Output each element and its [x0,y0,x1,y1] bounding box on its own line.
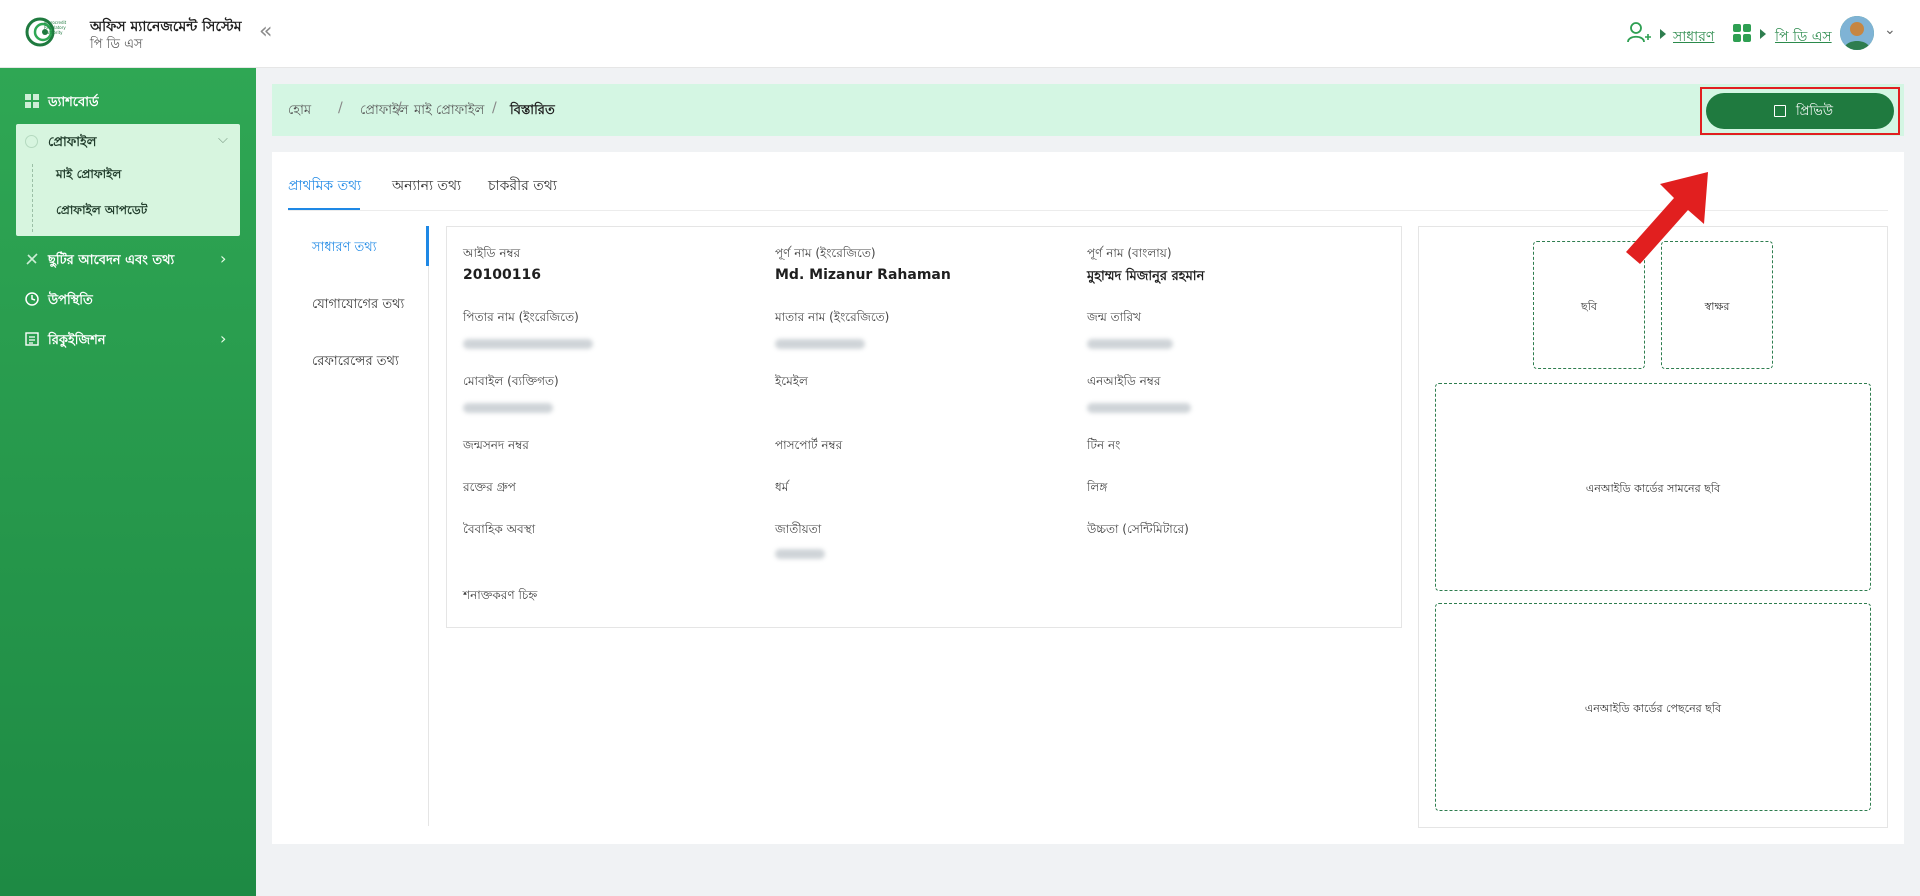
nid-front-dropzone[interactable]: এনআইডি কার্ডের সামনের ছবি [1435,383,1871,591]
sidebar-item-profile[interactable]: প্রোফাইল ⌵ [16,124,240,160]
sidebar-subitem-profile-update[interactable]: প্রোফাইল আপডেট [56,202,147,222]
sidebar-subitem-my-profile[interactable]: মাই প্রোফাইল [56,166,121,186]
nid-front-dropzone-label: এনআইডি কার্ডের সামনের ছবি [1585,482,1721,495]
breadcrumb-separator: / [492,100,497,116]
role-link[interactable]: সাধারণ [1673,25,1714,49]
nid-back-dropzone[interactable]: এনআইডি কার্ডের পেছনের ছবি [1435,603,1871,811]
sidebar-item-requisition[interactable]: রিকুইজিশন › [0,322,256,358]
logo-caption: Microcredit Regulatory Authority [44,20,67,35]
chevron-right-icon: › [220,249,227,268]
dob-label: জন্ম তারিখ [1087,310,1142,324]
sidebar-item-attendance[interactable]: উপস্থিতি [0,282,256,318]
caret-right-icon [1660,29,1666,39]
nid-label: এনআইডি নম্বর [1087,374,1161,388]
user-switch-icon[interactable] [1625,19,1653,47]
requisition-icon [25,332,39,346]
birth-certificate-label: জন্মসনদ নম্বর [463,438,529,452]
top-header: Microcredit Regulatory Authority অফিস ম্… [0,0,1920,68]
tin-label: টিন নং [1087,438,1121,452]
redacted-value [1087,339,1173,349]
annotation-highlight-box [1700,87,1900,135]
father-name-label: পিতার নাম (ইংরেজিতে) [463,310,579,324]
caret-right-icon [1760,29,1766,39]
sidebar-profile-group: প্রোফাইল ⌵ মাই প্রোফাইল প্রোফাইল আপডেট [16,124,240,236]
marital-status-label: বৈবাহিক অবস্থা [463,522,536,536]
breadcrumb-separator: / [397,100,402,116]
leave-icon [26,253,38,265]
side-nav-reference-info[interactable]: রেফারেন্সের তথ্য [312,352,399,373]
apps-grid-icon[interactable] [1733,24,1751,42]
redacted-value [775,339,865,349]
blood-group-label: রক্তের গ্রুপ [463,480,516,494]
name-en-value: Md. Mizanur Rahaman [775,267,951,283]
nationality-label: জাতীয়তা [775,522,822,536]
side-nav-contact-info[interactable]: যোগাযোগের তথ্য [312,295,404,316]
sidebar-item-dashboard[interactable]: ড্যাশবোর্ড [0,84,256,120]
email-label: ইমেইল [775,374,808,388]
side-nav-active-indicator [426,226,429,266]
photo-dropzone-label: ছবি [1581,300,1597,313]
mother-name-label: মাতার নাম (ইংরেজিতে) [775,310,890,324]
id-value: 20100116 [463,267,541,283]
passport-label: পাসপোর্ট নম্বর [775,438,843,452]
breadcrumb-my-profile[interactable]: মাই প্রোফাইল [414,101,484,122]
sidebar-item-label: রিকুইজিশন [48,333,106,348]
name-bn-value: মুহাম্মদ মিজানুর রহমান [1087,269,1205,284]
chevron-right-icon: › [220,329,227,348]
religion-label: ধর্ম [775,480,789,494]
chevron-down-icon[interactable]: ⌄ [1884,22,1896,38]
sidebar: ড্যাশবোর্ড প্রোফাইল ⌵ মাই প্রোফাইল প্রোফ… [0,68,256,896]
breadcrumb-separator: / [338,100,343,116]
annotation-arrow-icon [1626,172,1708,264]
general-info-card: আইডি নম্বর 20100116 পূর্ণ নাম (ইংরেজিতে)… [446,226,1402,628]
breadcrumb-current: বিস্তারিত [510,103,555,118]
gender-label: লিঙ্গ [1087,480,1108,494]
chevron-down-icon: ⌵ [218,132,228,147]
tab-job-info[interactable]: চাকরীর তথ্য [488,174,557,198]
images-card: ছবি স্বাক্ষর এনআইডি কার্ডের সামনের ছবি এ… [1418,226,1888,828]
height-label: উচ্চতা (সেন্টিমিটারে) [1087,522,1189,536]
side-nav-general-info[interactable]: সাধারণ তথ্য [312,238,377,259]
side-nav-divider [428,226,429,826]
user-avatar[interactable] [1840,16,1874,50]
name-bn-label: পূর্ণ নাম (বাংলায়) [1087,246,1172,260]
sidebar-item-label: প্রোফাইল [48,135,97,150]
id-label: আইডি নম্বর [463,246,521,260]
breadcrumb-home[interactable]: হোম [288,101,311,122]
collapse-sidebar-button[interactable]: « [259,21,272,43]
clock-icon [25,292,39,306]
redacted-value [463,339,593,349]
profile-icon [25,135,38,148]
module-link[interactable]: পি ডি এস [1775,25,1832,49]
signature-dropzone-label: স্বাক্ষর [1704,300,1730,313]
breadcrumb: হোম / প্রোফাইল / মাই প্রোফাইল / বিস্তারি… [272,84,1904,136]
tab-other-info[interactable]: অন্যান্য তথ্য [392,174,461,198]
tab-basic-info[interactable]: প্রাথমিক তথ্য [288,174,361,198]
mobile-label: মোবাইল (ব্যক্তিগত) [463,374,559,388]
redacted-value [775,549,825,559]
sidebar-item-leave[interactable]: ছুটির আবেদন এবং তথ্য › [0,242,256,278]
nid-back-dropzone-label: এনআইডি কার্ডের পেছনের ছবি [1584,702,1722,715]
name-en-label: পূর্ণ নাম (ইংরেজিতে) [775,246,876,260]
sidebar-item-label: উপস্থিতি [48,293,93,308]
sidebar-item-label: ছুটির আবেদন এবং তথ্য [48,253,175,268]
redacted-value [1087,403,1191,413]
brand-subtitle: পি ডি এস [90,37,143,52]
sidebar-item-label: ড্যাশবোর্ড [48,95,99,110]
redacted-value [463,403,553,413]
tree-line [32,164,33,232]
active-tab-indicator [288,208,360,210]
identification-mark-label: শনাক্তকরণ চিহ্ন [463,588,538,602]
dashboard-icon [25,94,39,108]
